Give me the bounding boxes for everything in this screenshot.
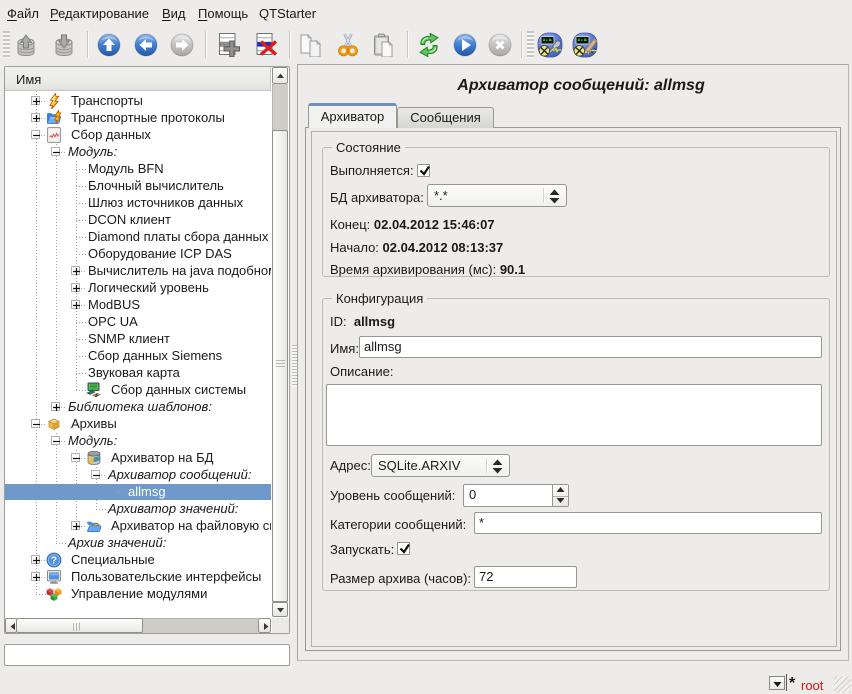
svg-text:?: ? — [51, 555, 57, 567]
